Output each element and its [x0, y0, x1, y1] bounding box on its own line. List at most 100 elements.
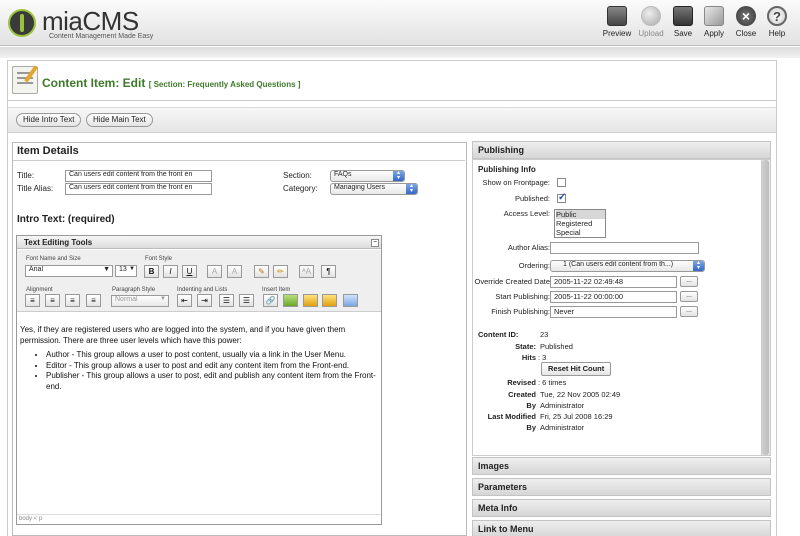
title-alias-input[interactable]: Can users edit content from the front en [65, 183, 212, 195]
editor-paragraph: Yes, if they are registered users who ar… [20, 325, 346, 345]
link-to-menu-section-header[interactable]: Link to Menu [472, 520, 771, 536]
font-name-select[interactable]: Arial ▼ [25, 265, 113, 277]
close-button[interactable]: × Close [729, 4, 763, 44]
publishing-section-header[interactable]: Publishing [472, 141, 771, 159]
finish-publishing-label: Finish Publishing: [491, 307, 550, 316]
insert-item-label: Insert Item [262, 287, 291, 293]
author-alias-input[interactable] [550, 242, 699, 254]
title-alias-label: Title Alias: [17, 184, 54, 193]
remove-format-icon[interactable]: ᴬA [299, 265, 314, 278]
hits-value: : 3 [538, 353, 547, 362]
start-publishing-input[interactable]: 2005-11-22 00:00:00 [550, 291, 677, 303]
start-publishing-label: Start Publishing: [495, 292, 550, 301]
numbered-list-icon[interactable]: ☰ [219, 294, 234, 307]
editor-bullet-list: Author - This group allows a user to pos… [46, 350, 378, 392]
save-button[interactable]: Save [666, 4, 700, 44]
hide-intro-text-button[interactable]: Hide Intro Text [16, 113, 82, 127]
insert-table-icon[interactable] [343, 294, 358, 307]
align-justify-icon[interactable]: ≡ [86, 294, 101, 307]
miacms-logo-icon [8, 9, 36, 37]
italic-button[interactable]: I [163, 265, 178, 278]
content-id-value: 23 [540, 330, 549, 339]
editor-content[interactable]: Yes, if they are registered users who ar… [20, 325, 378, 392]
date-picker-button[interactable]: ... [680, 276, 698, 287]
reset-hit-count-button[interactable]: Reset Hit Count [541, 362, 612, 376]
chevron-down-icon: ▼ [103, 266, 110, 273]
font-name-size-label: Font Name and Size [26, 256, 81, 262]
minimize-button[interactable]: − [371, 239, 379, 247]
publishing-info-heading: Publishing Info [478, 165, 536, 174]
logo-subtitle: Content Management Made Easy [49, 33, 154, 40]
parameters-section-header[interactable]: Parameters [472, 478, 771, 496]
access-option-special[interactable]: Special [556, 228, 605, 237]
hide-main-text-button[interactable]: Hide Main Text [86, 113, 153, 127]
list-item: Author - This group allows a user to pos… [46, 350, 378, 361]
modified-by-value: Administrator [540, 423, 585, 432]
text-color-icon[interactable]: ✎ [254, 265, 269, 278]
access-option-registered[interactable]: Registered [556, 219, 605, 228]
chevron-down-icon: ▼ [129, 266, 135, 272]
meta-info-section-header[interactable]: Meta Info [472, 499, 771, 517]
list-item: Editor - This group allows a user to pos… [46, 361, 378, 372]
close-icon: × [736, 6, 756, 26]
insert-file-icon[interactable] [322, 294, 337, 307]
scrollbar-thumb[interactable] [762, 160, 769, 455]
align-left-icon[interactable]: ≡ [25, 294, 40, 307]
bold-button[interactable]: B [144, 265, 159, 278]
preview-button[interactable]: Preview [600, 4, 634, 44]
last-modified-value: Fri, 25 Jul 2008 16:29 [540, 412, 613, 421]
upload-button[interactable]: Upload [634, 4, 668, 44]
date-picker-button[interactable]: ... [680, 291, 698, 302]
globe-icon [641, 6, 661, 26]
last-modified-label: Last Modified [487, 412, 536, 421]
underline-button[interactable]: U [182, 265, 197, 278]
insert-media-icon[interactable] [303, 294, 318, 307]
insert-image-icon[interactable] [283, 294, 298, 307]
editor-title: Text Editing Tools [24, 238, 93, 247]
access-option-public[interactable]: Public [556, 210, 605, 219]
created-by-value: Administrator [540, 401, 585, 410]
pilcrow-icon[interactable]: ¶ [321, 265, 336, 278]
align-center-icon[interactable]: ≡ [45, 294, 60, 307]
divider [8, 100, 776, 101]
title-input[interactable]: Can users edit content from the front en [65, 170, 212, 182]
divider [13, 160, 465, 161]
font-size-select[interactable]: 13 ▼ [115, 265, 137, 277]
apply-icon [704, 6, 724, 26]
apply-button[interactable]: Apply [697, 4, 731, 44]
author-alias-label: Author Alias: [507, 243, 550, 252]
link-icon[interactable]: 🔗 [263, 294, 278, 307]
superscript-button[interactable]: A [227, 265, 242, 278]
category-select[interactable]: Managing Users ▴ ▾ [330, 183, 418, 195]
help-button[interactable]: ? Help [760, 4, 794, 44]
header-divider [0, 47, 800, 58]
bulleted-list-icon[interactable]: ☰ [239, 294, 254, 307]
indenting-label: Indenting and Lists [177, 287, 228, 293]
published-checkbox[interactable]: ✓ [557, 193, 566, 203]
floppy-icon [673, 6, 693, 26]
highlight-icon[interactable]: ✏ [273, 265, 288, 278]
help-icon: ? [767, 6, 787, 26]
created-label: Created [508, 390, 536, 399]
access-level-listbox[interactable]: Public Registered Special [554, 209, 606, 238]
ordering-select[interactable]: 1 (Can users edit content from th...) ▴ ▾ [550, 260, 705, 272]
paragraph-style-select[interactable]: Normal ▼ [111, 295, 169, 307]
modified-by-label: By [526, 423, 536, 432]
finish-publishing-input[interactable]: Never [550, 306, 677, 318]
section-select[interactable]: FAQs ▴ ▾ [330, 170, 405, 182]
published-label: Published: [514, 194, 550, 203]
state-value: Published [540, 342, 573, 351]
images-section-header[interactable]: Images [472, 457, 771, 475]
subscript-button[interactable]: A [207, 265, 222, 278]
ordering-label: Ordering: [518, 261, 550, 270]
revised-value: : 6 times [538, 378, 567, 387]
chevron-updown-icon: ▴ ▾ [393, 171, 404, 181]
state-label: State: [515, 342, 536, 351]
date-picker-button[interactable]: ... [680, 306, 698, 317]
indent-icon[interactable]: ⇥ [197, 294, 212, 307]
show-frontpage-checkbox[interactable] [557, 178, 566, 187]
content-edit-icon [12, 66, 38, 94]
override-created-input[interactable]: 2005-11-22 02:49:48 [550, 276, 677, 288]
align-right-icon[interactable]: ≡ [65, 294, 80, 307]
outdent-icon[interactable]: ⇤ [177, 294, 192, 307]
